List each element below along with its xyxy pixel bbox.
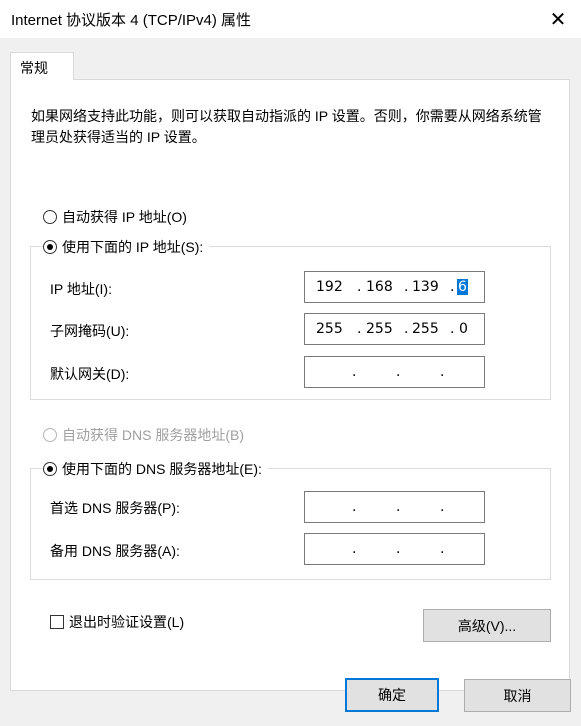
preferred-dns-input[interactable]: . . . [304, 491, 485, 523]
ip-octet-3: 139 [412, 279, 439, 295]
gw-dot-2: . [396, 364, 401, 380]
radio-manual-dns-icon [43, 462, 57, 476]
radio-auto-dns-label: 自动获得 DNS 服务器地址(B) [62, 427, 244, 443]
validate-on-exit-checkbox[interactable]: 退出时验证设置(L) [50, 612, 184, 632]
advanced-button-label: 高级(V)... [457, 617, 517, 634]
description-text: 如果网络支持此功能，则可以获取自动指派的 IP 设置。否则，你需要从网络系统管理… [31, 108, 542, 145]
radio-auto-ip[interactable]: 自动获得 IP 地址(O) [43, 207, 187, 227]
tab-general-label: 常规 [20, 60, 48, 76]
radio-manual-ip-label: 使用下面的 IP 地址(S): [62, 239, 204, 255]
ip-dot-3: . [450, 279, 455, 295]
ip-dot-2: . [404, 279, 409, 295]
adns-dot-2: . [396, 541, 401, 557]
close-button[interactable]: ✕ [535, 0, 581, 38]
mask-dot-3: . [450, 321, 455, 337]
gw-dot-3: . [440, 364, 445, 380]
adns-dot-1: . [352, 541, 357, 557]
ip-address-label: IP 地址(I): [50, 281, 112, 297]
gw-dot-1: . [352, 364, 357, 380]
gateway-input[interactable]: . . . [304, 356, 485, 388]
preferred-dns-label: 首选 DNS 服务器(P): [50, 500, 180, 516]
validate-on-exit-label: 退出时验证设置(L) [69, 614, 185, 630]
ip-address-input[interactable]: 192 . 168 . 139 . 6 [304, 271, 485, 303]
subnet-mask-label: 子网掩码(U): [50, 323, 130, 339]
window-title: Internet 协议版本 4 (TCP/IPv4) 属性 [11, 12, 252, 29]
close-icon: ✕ [549, 8, 567, 31]
radio-auto-ip-label: 自动获得 IP 地址(O) [62, 209, 187, 225]
gateway-label: 默认网关(D): [50, 366, 130, 382]
ok-button[interactable]: 确定 [345, 678, 439, 712]
ip-octet-1: 192 [316, 279, 343, 295]
radio-manual-dns-label: 使用下面的 DNS 服务器地址(E): [62, 461, 262, 477]
ok-button-label: 确定 [378, 687, 406, 703]
radio-manual-ip[interactable]: 使用下面的 IP 地址(S): [43, 237, 210, 257]
checkbox-icon [50, 615, 64, 629]
pdns-dot-2: . [396, 499, 401, 515]
advanced-button[interactable]: 高级(V)... [423, 609, 551, 642]
pdns-dot-3: . [440, 499, 445, 515]
radio-manual-ip-icon [43, 240, 57, 254]
ip-dot-1: . [357, 279, 362, 295]
radio-auto-ip-icon [43, 210, 57, 224]
pdns-dot-1: . [352, 499, 357, 515]
cancel-button[interactable]: 取消 [464, 679, 571, 712]
mask-octet-3: 255 [412, 321, 439, 337]
title-bar: Internet 协议版本 4 (TCP/IPv4) 属性 ✕ [0, 0, 581, 38]
mask-octet-4: 0 [459, 321, 468, 337]
tab-panel-general: 如果网络支持此功能，则可以获取自动指派的 IP 设置。否则，你需要从网络系统管理… [10, 79, 570, 691]
dialog-body: 常规 如果网络支持此功能，则可以获取自动指派的 IP 设置。否则，你需要从网络系… [0, 38, 581, 726]
mask-octet-1: 255 [316, 321, 343, 337]
adns-dot-3: . [440, 541, 445, 557]
radio-auto-dns-icon [43, 428, 57, 442]
ip-octet-4-selected: 6 [457, 279, 468, 295]
alternate-dns-input[interactable]: . . . [304, 533, 485, 565]
subnet-mask-input[interactable]: 255 . 255 . 255 . 0 [304, 313, 485, 345]
radio-auto-dns[interactable]: 自动获得 DNS 服务器地址(B) [43, 425, 244, 445]
ip-octet-2: 168 [366, 279, 393, 295]
tab-general[interactable]: 常规 [10, 52, 74, 80]
cancel-button-label: 取消 [503, 687, 532, 704]
radio-manual-dns[interactable]: 使用下面的 DNS 服务器地址(E): [43, 459, 268, 479]
alternate-dns-label: 备用 DNS 服务器(A): [50, 543, 180, 559]
mask-octet-2: 255 [366, 321, 393, 337]
mask-dot-1: . [357, 321, 362, 337]
mask-dot-2: . [404, 321, 409, 337]
